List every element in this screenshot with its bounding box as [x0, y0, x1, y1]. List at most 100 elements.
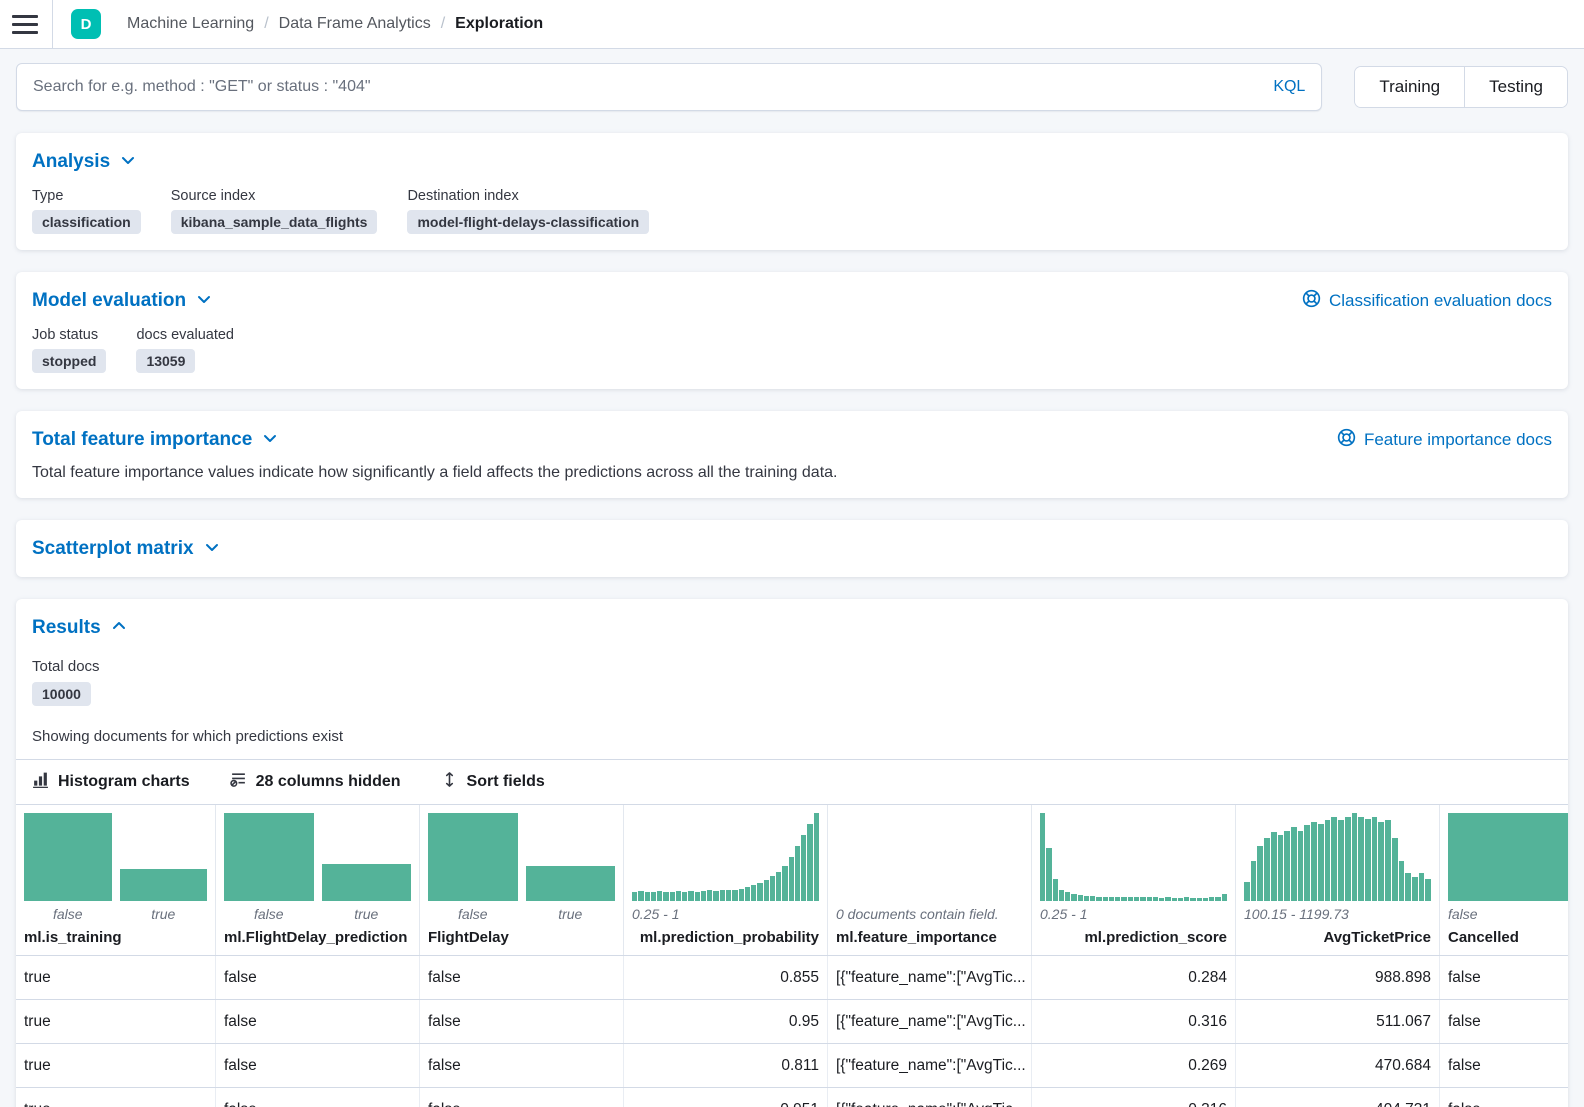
cell-FlightDelay[interactable]: false	[420, 956, 624, 999]
cell-ml.prediction_score[interactable]: 0.284	[1032, 956, 1236, 999]
classification-evaluation-docs-link[interactable]: Classification evaluation docs	[1302, 289, 1552, 313]
feature-importance-docs-link[interactable]: Feature importance docs	[1337, 428, 1552, 452]
field-label: Job status	[32, 327, 106, 343]
docs-evaluated-badge: 13059	[136, 349, 195, 373]
testing-button[interactable]: Testing	[1464, 67, 1567, 107]
breadcrumb-data-frame-analytics[interactable]: Data Frame Analytics	[279, 15, 431, 33]
breadcrumb-exploration: Exploration	[455, 15, 543, 33]
cell-ml.is_training[interactable]: true	[16, 1044, 216, 1087]
search-box[interactable]: KQL	[16, 63, 1322, 111]
analysis-section-toggle[interactable]: Analysis	[32, 149, 136, 174]
cell-ml.prediction_probability[interactable]: 0.811	[624, 1044, 828, 1087]
toolbar-label: 28 columns hidden	[256, 773, 401, 791]
column-header-ml.prediction_probability[interactable]: 0.25 - 1ml.prediction_probability	[624, 805, 828, 955]
cell-Cancelled[interactable]: false	[1440, 1000, 1568, 1043]
cell-AvgTicketPrice[interactable]: 988.898	[1236, 956, 1440, 999]
deployment-badge[interactable]: D	[71, 9, 101, 39]
histogram-ml.FlightDelay_prediction	[224, 811, 411, 901]
grid-toolbar: Histogram charts 28 columns hidden Sort …	[16, 759, 1568, 805]
total-feature-importance-section-toggle[interactable]: Total feature importance	[32, 427, 278, 452]
cell-ml.prediction_score[interactable]: 0.316	[1032, 1088, 1236, 1107]
cell-ml.prediction_probability[interactable]: 0.951	[624, 1088, 828, 1107]
cell-Cancelled[interactable]: false	[1440, 956, 1568, 999]
topbar-divider	[52, 0, 53, 49]
cell-AvgTicketPrice[interactable]: 511.067	[1236, 1000, 1440, 1043]
job-status-field: Job status stopped	[32, 327, 106, 373]
column-header-ml.is_training[interactable]: falsetrueml.is_training	[16, 805, 216, 955]
search-input[interactable]	[33, 78, 1273, 96]
panel-scatterplot-matrix: Scatterplot matrix	[16, 520, 1568, 577]
cell-ml.is_training[interactable]: true	[16, 1088, 216, 1107]
cell-ml.feature_importance[interactable]: [{"feature_name":["AvgTic...	[828, 1088, 1032, 1107]
column-header-ml.feature_importance[interactable]: 0 documents contain field.ml.feature_imp…	[828, 805, 1032, 955]
training-testing-toggle: Training Testing	[1354, 66, 1568, 108]
cell-ml.feature_importance[interactable]: [{"feature_name":["AvgTic...	[828, 956, 1032, 999]
column-name: ml.is_training	[24, 926, 207, 955]
histogram-range-label: falsetrue	[428, 906, 615, 926]
cell-ml.FlightDelay_prediction[interactable]: false	[216, 956, 420, 999]
cell-AvgTicketPrice[interactable]: 470.684	[1236, 1044, 1440, 1087]
toolbar-label: Sort fields	[467, 773, 545, 791]
chevron-down-icon	[262, 427, 278, 452]
results-title: Results	[32, 617, 101, 639]
column-name: ml.FlightDelay_prediction	[224, 926, 411, 955]
columns-hidden-icon	[230, 771, 247, 793]
cell-ml.prediction_score[interactable]: 0.316	[1032, 1000, 1236, 1043]
cell-Cancelled[interactable]: false	[1440, 1044, 1568, 1087]
scatterplot-matrix-section-toggle[interactable]: Scatterplot matrix	[32, 536, 220, 561]
breadcrumb-machine-learning[interactable]: Machine Learning	[127, 15, 254, 33]
cell-Cancelled[interactable]: false	[1440, 1088, 1568, 1107]
histogram-FlightDelay	[428, 811, 615, 901]
panel-analysis: Analysis Type classification Source inde…	[16, 133, 1568, 250]
histogram-range-label: false	[1448, 906, 1568, 926]
histogram-charts-button[interactable]: Histogram charts	[32, 771, 190, 793]
menu-icon[interactable]	[12, 15, 38, 34]
cell-FlightDelay[interactable]: false	[420, 1088, 624, 1107]
table-row: truefalsefalse0.855[{"feature_name":["Av…	[16, 956, 1568, 1000]
column-header-AvgTicketPrice[interactable]: 100.15 - 1199.73AvgTicketPrice	[1236, 805, 1440, 955]
histogram-ml.prediction_probability	[632, 811, 819, 901]
histogram-AvgTicketPrice	[1244, 811, 1431, 901]
cell-ml.feature_importance[interactable]: [{"feature_name":["AvgTic...	[828, 1000, 1032, 1043]
table-row: truefalsefalse0.811[{"feature_name":["Av…	[16, 1044, 1568, 1088]
column-header-FlightDelay[interactable]: falsetrueFlightDelay	[420, 805, 624, 955]
cell-ml.FlightDelay_prediction[interactable]: false	[216, 1000, 420, 1043]
cell-ml.FlightDelay_prediction[interactable]: false	[216, 1044, 420, 1087]
results-section-toggle[interactable]: Results	[32, 615, 127, 640]
total-docs-badge: 10000	[32, 682, 91, 706]
field-label: Destination index	[407, 188, 649, 204]
column-header-ml.prediction_score[interactable]: 0.25 - 1ml.prediction_score	[1032, 805, 1236, 955]
column-header-ml.FlightDelay_prediction[interactable]: falsetrueml.FlightDelay_prediction	[216, 805, 420, 955]
kql-button[interactable]: KQL	[1273, 78, 1305, 96]
column-header-Cancelled[interactable]: falseCancelled	[1440, 805, 1568, 955]
cell-ml.is_training[interactable]: true	[16, 1000, 216, 1043]
columns-hidden-button[interactable]: 28 columns hidden	[230, 771, 401, 793]
cell-AvgTicketPrice[interactable]: 404.731	[1236, 1088, 1440, 1107]
search-row: KQL Training Testing	[16, 63, 1568, 111]
table-row: truefalsefalse0.95[{"feature_name":["Avg…	[16, 1000, 1568, 1044]
model-evaluation-section-toggle[interactable]: Model evaluation	[32, 288, 212, 313]
breadcrumb-separator: /	[254, 15, 278, 33]
docs-link-label: Feature importance docs	[1364, 430, 1552, 450]
breadcrumb: Machine Learning / Data Frame Analytics …	[127, 15, 543, 33]
docs-link-label: Classification evaluation docs	[1329, 291, 1552, 311]
table-row: truefalsefalse0.951[{"feature_name":["Av…	[16, 1088, 1568, 1107]
results-data-grid: falsetrueml.is_trainingfalsetrueml.Fligh…	[16, 805, 1568, 1107]
analysis-title: Analysis	[32, 151, 110, 173]
training-button[interactable]: Training	[1355, 67, 1464, 107]
chevron-down-icon	[204, 536, 220, 561]
cell-ml.is_training[interactable]: true	[16, 956, 216, 999]
total-feature-importance-title: Total feature importance	[32, 429, 252, 451]
cell-ml.prediction_score[interactable]: 0.269	[1032, 1044, 1236, 1087]
cell-ml.FlightDelay_prediction[interactable]: false	[216, 1088, 420, 1107]
help-icon	[1337, 428, 1356, 452]
cell-FlightDelay[interactable]: false	[420, 1044, 624, 1087]
sort-fields-button[interactable]: Sort fields	[441, 771, 545, 793]
model-evaluation-title: Model evaluation	[32, 290, 186, 312]
cell-FlightDelay[interactable]: false	[420, 1000, 624, 1043]
cell-ml.prediction_probability[interactable]: 0.95	[624, 1000, 828, 1043]
help-icon	[1302, 289, 1321, 313]
cell-ml.prediction_probability[interactable]: 0.855	[624, 956, 828, 999]
cell-ml.feature_importance[interactable]: [{"feature_name":["AvgTic...	[828, 1044, 1032, 1087]
histogram-range-label: 0.25 - 1	[632, 906, 819, 926]
